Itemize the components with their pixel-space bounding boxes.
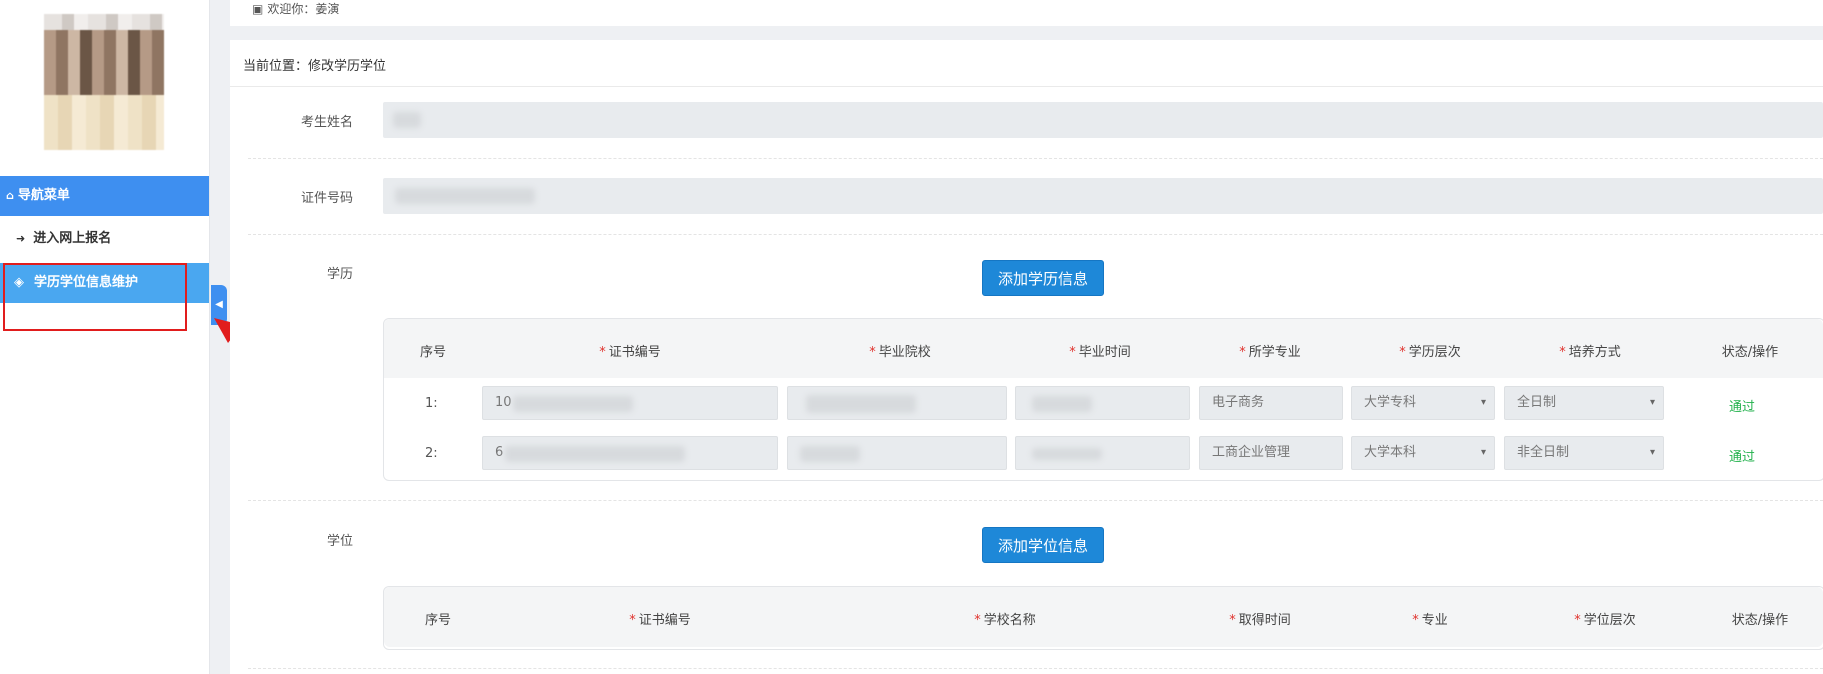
deg-header-major: * 专业: [1412, 613, 1448, 628]
education-label: 学历: [326, 267, 353, 282]
edu-row-1-school-input[interactable]: [787, 386, 1007, 420]
id-label: 证件号码: [300, 191, 353, 206]
chevron-left-icon: ◀: [215, 299, 223, 310]
edu-header-level: * 学历层次: [1399, 345, 1461, 360]
sidebar-item-online-registration[interactable]: ➜ 进入网上报名: [0, 219, 209, 259]
divider: [248, 500, 1823, 501]
divider: [248, 234, 1823, 235]
nav-header[interactable]: ⌂ 导航菜单: [0, 176, 209, 216]
deg-header-cert-number: * 证书编号: [629, 613, 691, 628]
edu-header-school: * 毕业院校: [869, 345, 931, 360]
edu-row-1-date-input[interactable]: [1015, 386, 1190, 420]
edu-header-mode: * 培养方式: [1559, 345, 1621, 360]
edu-row-1-level-select[interactable]: 大学专科: [1351, 386, 1495, 420]
edu-row-2-major-input[interactable]: 工商企业管理: [1199, 436, 1343, 470]
divider: [248, 158, 1823, 159]
edu-header-index: 序号: [419, 345, 446, 360]
avatar: [44, 14, 164, 150]
name-label: 考生姓名: [300, 115, 353, 130]
edu-row-2-level-select[interactable]: 大学本科: [1351, 436, 1495, 470]
edu-row-1-mode-select[interactable]: 全日制: [1504, 386, 1664, 420]
edu-header-grad-date: * 毕业时间: [1069, 345, 1131, 360]
annotation-highlight-box: [3, 263, 187, 331]
divider: [248, 668, 1823, 669]
sidebar-item-label: 进入网上报名: [33, 231, 112, 246]
degree-label: 学位: [326, 534, 353, 549]
deg-header-date: * 取得时间: [1229, 613, 1291, 628]
edu-row-1-cert-input[interactable]: 10: [482, 386, 778, 420]
nav-header-label: 导航菜单: [17, 188, 70, 203]
edu-row-2-status-link[interactable]: 通过: [1729, 446, 1755, 465]
breadcrumb: 当前位置：修改学历学位: [243, 59, 387, 74]
edu-row-2-school-input[interactable]: [787, 436, 1007, 470]
add-degree-button[interactable]: 添加学位信息: [982, 527, 1104, 563]
edu-row-2-mode-select[interactable]: 非全日制: [1504, 436, 1664, 470]
edu-header-major: * 所学专业: [1239, 345, 1301, 360]
edu-row-2-index: 2:: [425, 446, 438, 461]
home-icon: ⌂: [6, 189, 14, 202]
edu-header-status: 状态/操作: [1721, 345, 1779, 360]
divider: [230, 86, 1823, 87]
add-education-button[interactable]: 添加学历信息: [982, 260, 1104, 296]
edu-row-1-major-input[interactable]: 电子商务: [1199, 386, 1343, 420]
sign-in-icon: ➜: [16, 232, 26, 245]
bank-icon: ▣: [252, 2, 264, 16]
deg-header-level: * 学位层次: [1574, 613, 1636, 628]
edu-row-1-index: 1:: [425, 396, 438, 411]
name-field[interactable]: [383, 102, 1823, 138]
welcome-text: 欢迎你：姜演: [267, 2, 340, 16]
edu-row-2-cert-input[interactable]: 6: [482, 436, 778, 470]
id-number-field[interactable]: [383, 178, 1823, 214]
edu-row-1-status-link[interactable]: 通过: [1729, 396, 1755, 415]
edu-header-cert-number: * 证书编号: [599, 345, 661, 360]
top-bar: ▣ 欢迎你：姜演: [230, 0, 1823, 26]
deg-header-index: 序号: [424, 613, 451, 628]
edu-row-2-date-input[interactable]: [1015, 436, 1190, 470]
deg-header-school: * 学校名称: [974, 613, 1036, 628]
deg-header-status: 状态/操作: [1731, 613, 1789, 628]
